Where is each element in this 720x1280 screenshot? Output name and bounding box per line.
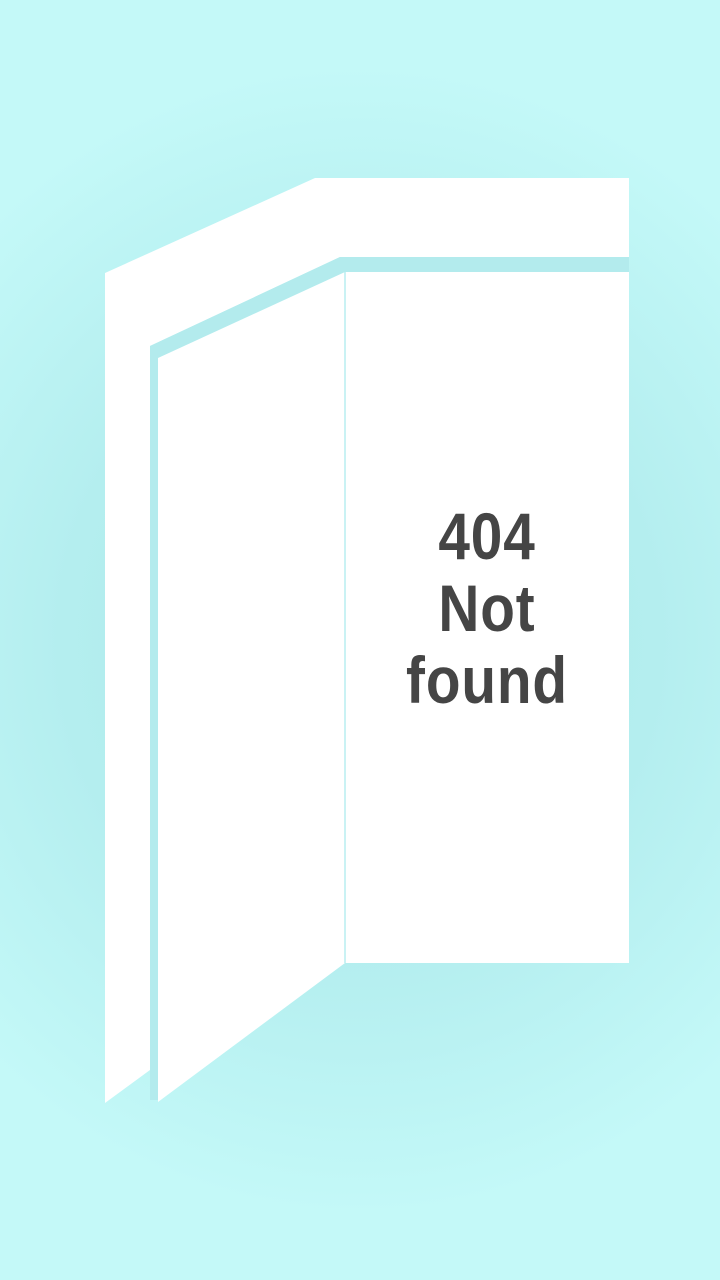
not-found-page: 404 Not found [0, 0, 720, 1280]
error-text-line-1: Not [438, 571, 536, 645]
error-message: 404 Not found [365, 500, 609, 716]
error-text-line-2: found [406, 643, 568, 717]
open-door-panel [158, 272, 345, 1102]
open-door-icon [105, 178, 629, 1103]
error-code: 404 [438, 499, 536, 573]
